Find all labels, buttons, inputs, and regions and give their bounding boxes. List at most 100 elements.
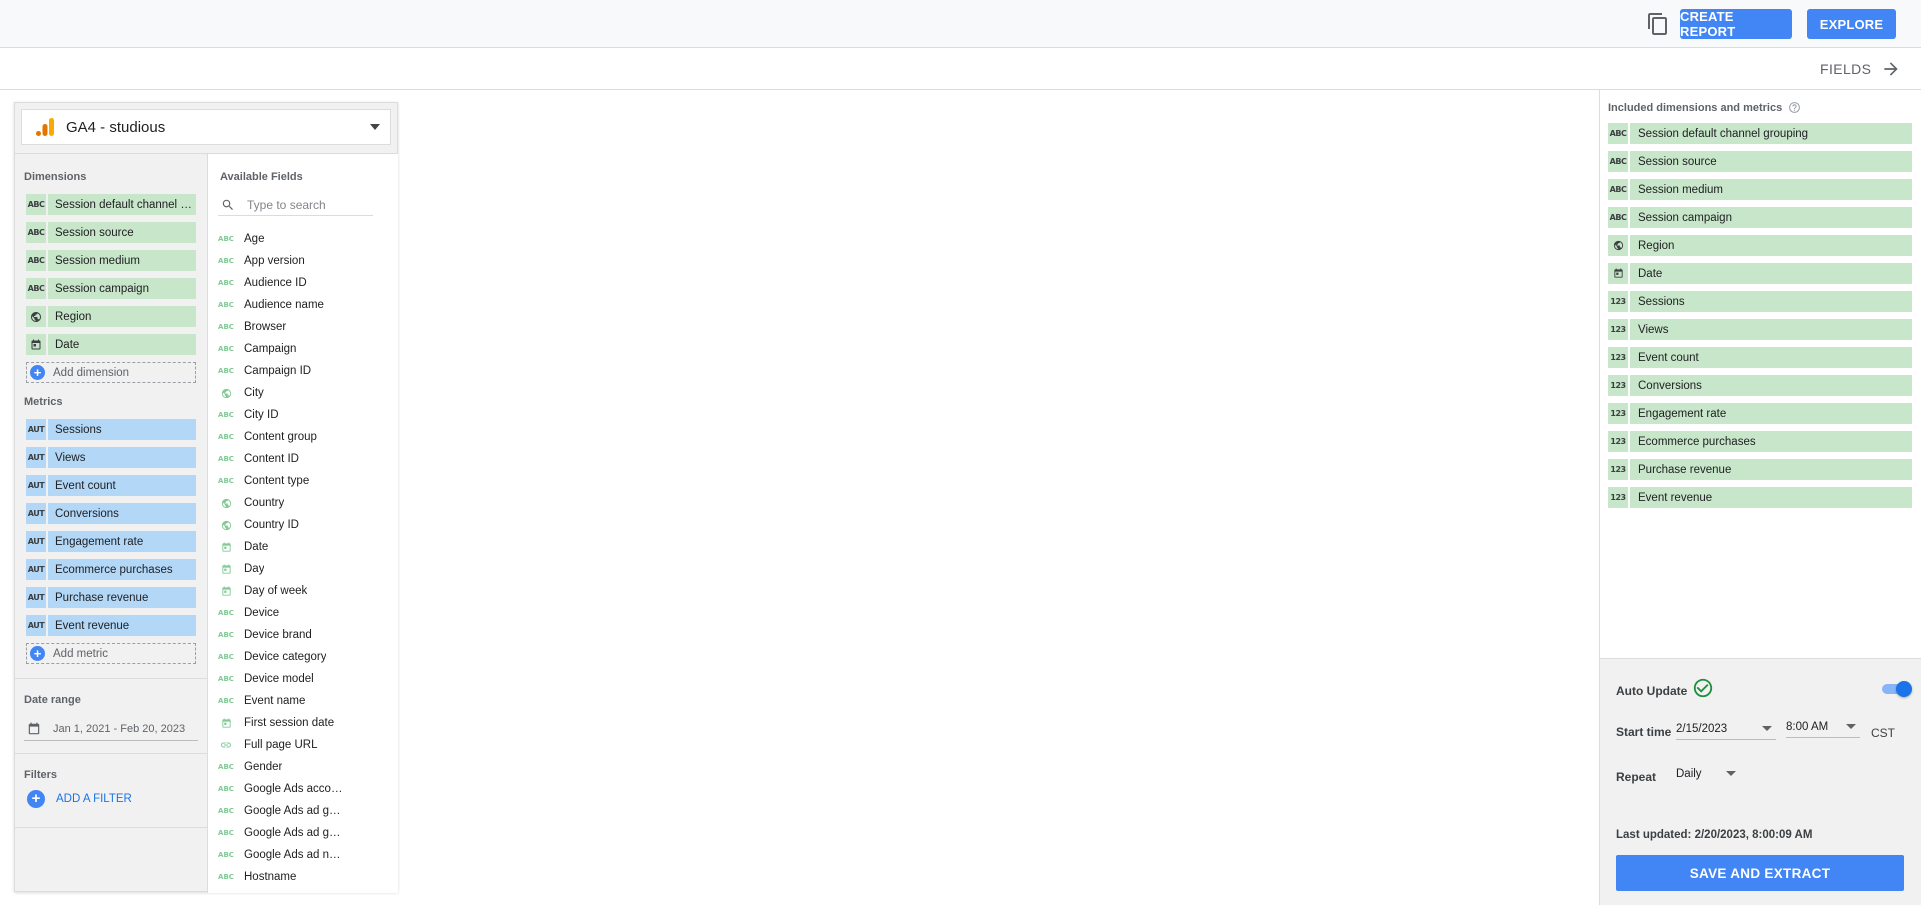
dimension-chip[interactable]: ABC Session medium — [26, 250, 196, 271]
metric-chip[interactable]: AUT Event count — [26, 475, 196, 496]
fields-toggle-button[interactable]: FIELDS — [1820, 57, 1901, 81]
metric-chip[interactable]: AUT Purchase revenue — [26, 587, 196, 608]
plus-icon: + — [30, 365, 45, 380]
available-field-item[interactable]: ABC Content type — [218, 471, 388, 491]
chip-label: Date — [1638, 267, 1663, 280]
available-field-item[interactable]: ABC Content group — [218, 427, 388, 447]
available-field-item[interactable]: First session date — [218, 713, 388, 733]
available-field-item[interactable]: ABC Event name — [218, 691, 388, 711]
add-filter-button[interactable]: + ADD A FILTER — [27, 790, 132, 808]
available-field-item[interactable]: Day of week — [218, 581, 388, 601]
help-icon[interactable] — [1788, 101, 1801, 114]
dimension-chip[interactable]: ABC Session source — [26, 222, 196, 243]
data-source-selector[interactable]: GA4 - studious — [21, 109, 391, 145]
metric-chip[interactable]: AUT Sessions — [26, 419, 196, 440]
link-icon — [218, 739, 234, 751]
included-field-chip[interactable]: 123 Engagement rate — [1608, 403, 1912, 424]
available-field-item[interactable]: ABC Google Ads ad group ID — [218, 801, 388, 821]
included-field-chip[interactable]: 123 Views — [1608, 319, 1912, 340]
add-filter-label: ADD A FILTER — [56, 793, 132, 805]
date-range-title: Date range — [24, 694, 81, 706]
aggregation-icon: AUT — [26, 531, 48, 552]
available-field-item[interactable]: ABC Device model — [218, 669, 388, 689]
start-time-select[interactable]: 8:00 AM — [1786, 716, 1860, 738]
available-field-item[interactable]: City — [218, 383, 388, 403]
included-field-chip[interactable]: 123 Event revenue — [1608, 487, 1912, 508]
included-field-chip[interactable]: ABC Session medium — [1608, 179, 1912, 200]
field-label: Gender — [244, 761, 283, 773]
available-field-item[interactable]: ABC Google Ads ad group name — [218, 823, 388, 843]
available-field-item[interactable]: ABC Campaign — [218, 339, 388, 359]
available-field-item[interactable]: ABC Browser — [218, 317, 388, 337]
field-label: Audience ID — [244, 277, 307, 289]
available-field-item[interactable]: ABC Audience ID — [218, 273, 388, 293]
dimension-chip[interactable]: ABC Session campaign — [26, 278, 196, 299]
available-field-item[interactable]: Date — [218, 537, 388, 557]
available-field-item[interactable]: ABC Campaign ID — [218, 361, 388, 381]
start-date-value: 2/15/2023 — [1676, 722, 1728, 735]
chip-label: Sessions — [55, 423, 102, 436]
field-label: Google Ads ad network type — [244, 849, 344, 861]
chip-label: Session default channel grouping — [55, 198, 193, 211]
copy-icon[interactable] — [1646, 12, 1670, 36]
included-field-chip[interactable]: Region — [1608, 235, 1912, 256]
included-field-chip[interactable]: 123 Event count — [1608, 347, 1912, 368]
selected-fields-column: Dimensions ABC Session default channel gr… — [15, 153, 207, 893]
arrow-right-icon — [1884, 62, 1899, 76]
field-label: Day of week — [244, 585, 308, 597]
available-field-item[interactable]: ABC Hostname — [218, 867, 388, 887]
text-type-icon: ABC — [218, 631, 234, 639]
dimension-chip[interactable]: Date — [26, 334, 196, 355]
included-field-chip[interactable]: ABC Session campaign — [1608, 207, 1912, 228]
date-range-picker[interactable]: Jan 1, 2021 - Feb 20, 2023 — [24, 717, 198, 741]
available-field-item[interactable]: ABC App version — [218, 251, 388, 271]
text-type-icon: ABC — [218, 455, 234, 463]
start-date-select[interactable]: 2/15/2023 — [1676, 718, 1776, 740]
metric-chip[interactable]: AUT Engagement rate — [26, 531, 196, 552]
metric-chip[interactable]: AUT Views — [26, 447, 196, 468]
available-field-item[interactable]: Day — [218, 559, 388, 579]
included-field-chip[interactable]: 123 Conversions — [1608, 375, 1912, 396]
included-field-chip[interactable]: 123 Purchase revenue — [1608, 459, 1912, 480]
available-field-item[interactable]: ABC Google Ads account name — [218, 779, 388, 799]
aggregation-icon: AUT — [26, 587, 48, 608]
available-field-item[interactable]: ABC Device category — [218, 647, 388, 667]
included-field-chip[interactable]: 123 Sessions — [1608, 291, 1912, 312]
available-field-item[interactable]: ABC Age — [218, 229, 388, 249]
add-metric-button[interactable]: + Add metric — [26, 643, 196, 664]
create-report-button[interactable]: CREATE REPORT — [1680, 9, 1792, 39]
search-input[interactable] — [247, 197, 367, 212]
available-field-item[interactable]: ABC Audience name — [218, 295, 388, 315]
auto-update-toggle[interactable] — [1882, 681, 1912, 697]
metric-chip[interactable]: AUT Conversions — [26, 503, 196, 524]
available-field-item[interactable]: ABC Device brand — [218, 625, 388, 645]
available-field-item[interactable]: Country — [218, 493, 388, 513]
available-field-item[interactable]: ABC Device — [218, 603, 388, 623]
metric-chip[interactable]: AUT Event revenue — [26, 615, 196, 636]
chip-label: Session source — [1638, 155, 1717, 168]
field-label: Google Ads ad group name — [244, 827, 344, 839]
available-field-item[interactable]: ABC Google Ads ad network type — [218, 845, 388, 865]
included-field-chip[interactable]: 123 Ecommerce purchases — [1608, 431, 1912, 452]
calendar-icon — [218, 541, 234, 553]
save-and-extract-button[interactable]: SAVE AND EXTRACT — [1616, 855, 1904, 891]
included-field-chip[interactable]: ABC Session default channel grouping — [1608, 123, 1912, 144]
dimension-chip[interactable]: Region — [26, 306, 196, 327]
available-field-item[interactable]: ABC Gender — [218, 757, 388, 777]
repeat-select[interactable]: Daily — [1676, 763, 1740, 785]
metric-chip[interactable]: AUT Ecommerce purchases — [26, 559, 196, 580]
available-field-item[interactable]: Country ID — [218, 515, 388, 535]
available-field-item[interactable]: ABC Content ID — [218, 449, 388, 469]
chip-label: Session medium — [55, 254, 141, 267]
dimensions-title: Dimensions — [24, 171, 87, 183]
included-field-chip[interactable]: ABC Session source — [1608, 151, 1912, 172]
explore-button[interactable]: EXPLORE — [1807, 9, 1896, 39]
available-field-item[interactable]: Full page URL — [218, 735, 388, 755]
dimension-chip[interactable]: ABC Session default channel grouping — [26, 194, 196, 215]
aggregation-icon: AUT — [26, 475, 48, 496]
dropdown-caret-icon — [1762, 726, 1772, 731]
included-field-chip[interactable]: Date — [1608, 263, 1912, 284]
divider — [15, 678, 207, 679]
available-field-item[interactable]: ABC City ID — [218, 405, 388, 425]
add-dimension-button[interactable]: + Add dimension — [26, 362, 196, 383]
